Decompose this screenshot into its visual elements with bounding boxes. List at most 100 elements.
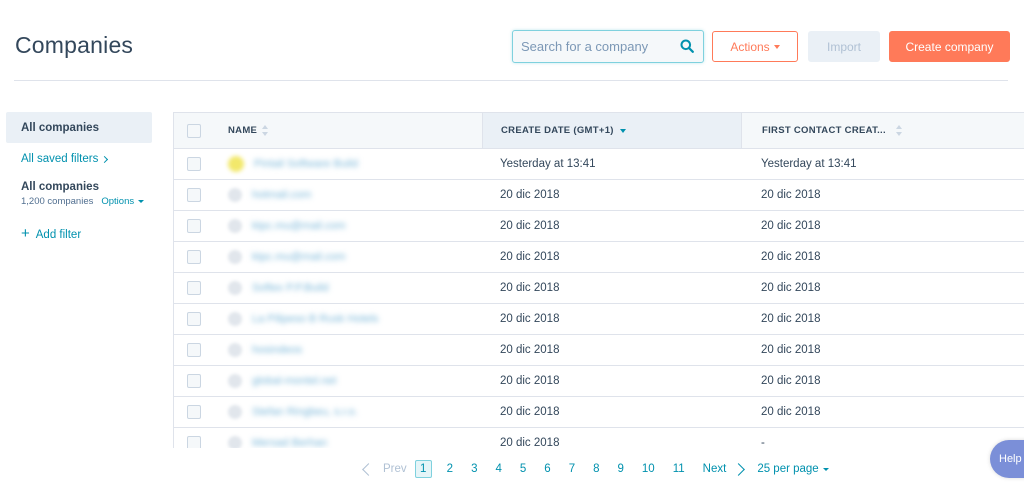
row-checkbox[interactable] [187, 405, 201, 419]
table-body: Pintail Software Build Yesterday at 13:41… [174, 149, 1024, 448]
prev-label: Prev [383, 463, 407, 475]
page-6-button[interactable]: 6 [544, 463, 550, 475]
column-header-name[interactable]: NAME [214, 113, 482, 148]
company-name-link[interactable]: ktpc.mu@mail.com [252, 220, 346, 232]
row-checkbox[interactable] [187, 374, 201, 388]
company-name-link[interactable]: hotmail.com [252, 189, 311, 201]
table-row[interactable]: ktpc.mu@mail.com 20 dic 2018 20 dic 2018 [174, 242, 1024, 273]
row-select-cell [174, 273, 214, 303]
first-contact-cell: 20 dic 2018 [761, 282, 821, 294]
company-name-cell[interactable]: Softex P.P.Build [214, 273, 482, 303]
sidebar: All companies All saved filters All comp… [6, 112, 152, 242]
company-name-cell[interactable]: ktpc.mu@mail.com [214, 242, 482, 272]
company-name-link[interactable]: hosindeos [252, 344, 302, 356]
first-contact-cell: 20 dic 2018 [761, 189, 821, 201]
create-company-button[interactable]: Create company [889, 31, 1010, 62]
actions-button[interactable]: Actions [712, 31, 798, 62]
select-all-checkbox[interactable] [187, 123, 201, 138]
table-row[interactable]: ktpc.mu@mail.com 20 dic 2018 20 dic 2018 [174, 211, 1024, 242]
company-name-cell[interactable]: Mersad Berhan [214, 428, 482, 448]
company-name-cell[interactable]: Pintail Software Build [214, 149, 482, 179]
table-row[interactable]: Mersad Berhan 20 dic 2018 - [174, 428, 1024, 448]
page-11-button[interactable]: 11 [673, 463, 685, 475]
per-page-dropdown[interactable]: 25 per page [757, 463, 829, 475]
page-8-button[interactable]: 8 [593, 463, 599, 475]
search-icon[interactable] [680, 39, 694, 53]
help-button[interactable]: Help [990, 440, 1024, 478]
page-7-button[interactable]: 7 [569, 463, 575, 475]
page-10-button[interactable]: 10 [642, 463, 655, 475]
prev-page-button[interactable]: Prev [358, 462, 407, 476]
sidebar-item-all-companies[interactable]: All companies [6, 112, 152, 143]
sort-descending-icon [619, 128, 626, 133]
first-contact-cell: - [761, 437, 765, 448]
row-select-cell [174, 211, 214, 241]
add-filter-label: Add filter [35, 228, 82, 241]
options-dropdown[interactable]: Options [101, 196, 145, 207]
page-9-button[interactable]: 9 [618, 463, 624, 475]
row-checkbox[interactable] [187, 157, 201, 171]
first-contact-cell: 20 dic 2018 [761, 251, 821, 263]
row-checkbox[interactable] [187, 343, 201, 357]
saved-view-name: All companies [21, 181, 99, 193]
create-date-cell: 20 dic 2018 [500, 344, 560, 356]
actions-label: Actions [730, 39, 770, 54]
row-checkbox[interactable] [187, 281, 201, 295]
page-4-button[interactable]: 4 [495, 463, 501, 475]
row-select-cell [174, 149, 214, 179]
select-all-cell [174, 113, 214, 148]
company-name-cell[interactable]: ktpc.mu@mail.com [214, 211, 482, 241]
company-name-link[interactable]: global-montel.net [252, 375, 336, 387]
company-name-link[interactable]: Pintail Software Build [254, 158, 358, 170]
create-date-cell: 20 dic 2018 [500, 375, 560, 387]
column-header-create-date[interactable]: CREATE DATE (GMT+1) [482, 113, 741, 148]
options-label: Options [101, 196, 135, 207]
company-name-link[interactable]: Softex P.P.Build [252, 282, 329, 294]
row-checkbox[interactable] [187, 219, 201, 233]
row-checkbox[interactable] [187, 436, 201, 448]
company-logo-icon [228, 250, 242, 264]
company-name-cell[interactable]: hosindeos [214, 335, 482, 365]
table-header: NAME CREATE DATE (GMT+1) FIRST CONTACT C… [174, 113, 1024, 149]
create-date-cell: 20 dic 2018 [500, 189, 560, 201]
company-name-cell[interactable]: hotmail.com [214, 180, 482, 210]
create-date-cell: 20 dic 2018 [500, 313, 560, 325]
all-saved-filters-link[interactable]: All saved filters [6, 151, 152, 167]
page-3-button[interactable]: 3 [471, 463, 477, 475]
table-row[interactable]: hotmail.com 20 dic 2018 20 dic 2018 [174, 180, 1024, 211]
company-logo-icon [228, 188, 242, 202]
page-1-button[interactable]: 1 [414, 460, 432, 478]
table-row[interactable]: La Pilipeso B Rusk Hotels 20 dic 2018 20 d… [174, 304, 1024, 335]
column-header-first-contact[interactable]: FIRST CONTACT CREAT... [741, 113, 1024, 148]
table-row[interactable]: global-montel.net 20 dic 2018 20 dic 2018 [174, 366, 1024, 397]
add-filter-link[interactable]: + Add filter [6, 225, 152, 242]
row-checkbox[interactable] [187, 312, 201, 326]
row-checkbox[interactable] [187, 250, 201, 264]
search-box[interactable] [512, 30, 704, 63]
page-2-button[interactable]: 2 [447, 463, 453, 475]
company-name-cell[interactable]: Stefan Ringbeu, s.r.o. [214, 397, 482, 427]
create-date-cell: 20 dic 2018 [500, 437, 560, 448]
table-row[interactable]: Stefan Ringbeu, s.r.o. 20 dic 2018 20 dic … [174, 397, 1024, 428]
table-row[interactable]: Softex P.P.Build 20 dic 2018 20 dic 2018 [174, 273, 1024, 304]
row-checkbox[interactable] [187, 188, 201, 202]
table-row[interactable]: hosindeos 20 dic 2018 20 dic 2018 [174, 335, 1024, 366]
table-row[interactable]: Pintail Software Build Yesterday at 13:41… [174, 149, 1024, 180]
company-name-cell[interactable]: La Pilipeso B Rusk Hotels [214, 304, 482, 334]
search-input[interactable] [521, 31, 671, 61]
company-name-link[interactable]: La Pilipeso B Rusk Hotels [252, 313, 379, 325]
page-numbers: 1 2 3 4 5 6 7 8 9 10 11 [407, 460, 685, 478]
pagination: Prev 1 2 3 4 5 6 7 8 9 10 11 Next 25 per page [358, 458, 829, 480]
create-date-cell: 20 dic 2018 [500, 406, 560, 418]
caret-down-icon [138, 200, 145, 203]
next-page-button[interactable]: Next [703, 462, 758, 476]
company-name-link[interactable]: Mersad Berhan [252, 437, 327, 448]
import-button[interactable]: Import [808, 31, 880, 62]
page-5-button[interactable]: 5 [520, 463, 526, 475]
company-logo-icon [228, 436, 242, 448]
company-name-cell[interactable]: global-montel.net [214, 366, 482, 396]
per-page-label: 25 per page [757, 463, 819, 475]
company-name-link[interactable]: Stefan Ringbeu, s.r.o. [252, 406, 358, 418]
company-name-link[interactable]: ktpc.mu@mail.com [252, 251, 346, 263]
row-select-cell [174, 304, 214, 334]
